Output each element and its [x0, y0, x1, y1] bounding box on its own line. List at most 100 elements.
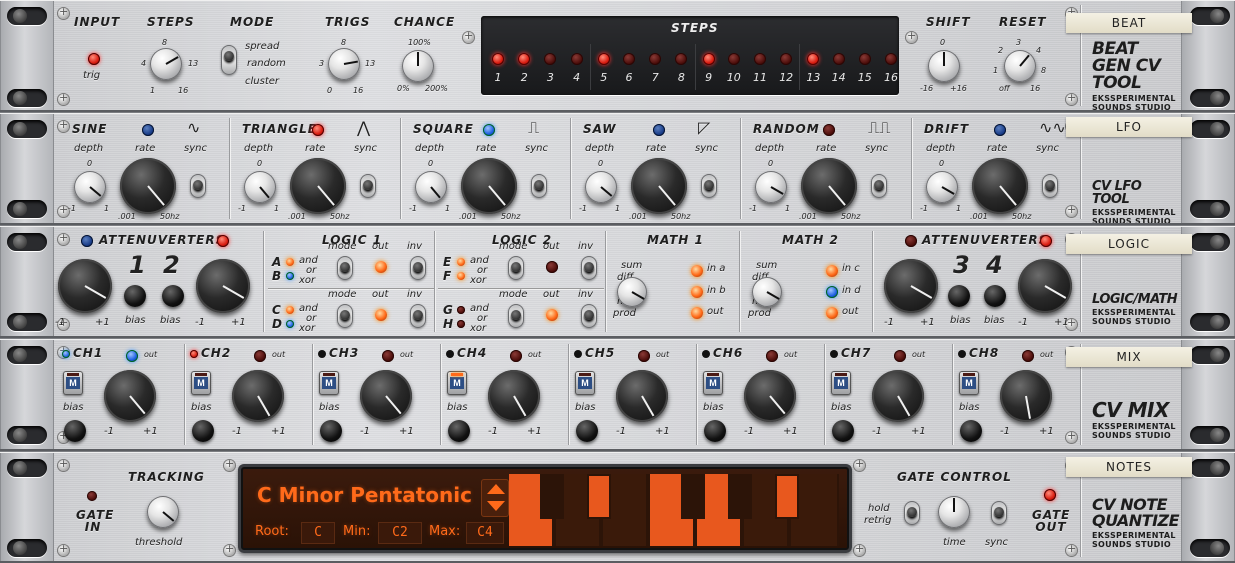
ch5-level-knob[interactable] [616, 370, 668, 422]
ch6-level-knob[interactable] [744, 370, 796, 422]
logic2b-inv-switch[interactable] [581, 304, 597, 328]
step-10[interactable]: 10 [721, 44, 747, 90]
ch3-level-knob[interactable] [360, 370, 412, 422]
mode-switch[interactable] [221, 45, 237, 75]
step-13[interactable]: 13 [799, 44, 825, 90]
step-12[interactable]: 12 [773, 44, 799, 90]
lfo-square-depth-knob[interactable] [415, 171, 447, 203]
ch2-bias-knob[interactable] [192, 420, 214, 442]
step-11[interactable]: 11 [747, 44, 773, 90]
lfo-saw-sync-switch[interactable] [701, 174, 717, 198]
ch8-bias-knob[interactable] [960, 420, 982, 442]
ch6-mute-button[interactable]: M [703, 371, 723, 395]
lfo-sine-rate-knob[interactable] [120, 158, 176, 214]
logic1a-inv-switch[interactable] [410, 256, 426, 280]
lfo-square-rate-knob[interactable] [461, 158, 517, 214]
logic1b-inv-switch[interactable] [410, 304, 426, 328]
ch2-level-knob[interactable] [232, 370, 284, 422]
lfo-drift-rate-knob[interactable] [972, 158, 1028, 214]
step-6[interactable]: 6 [616, 44, 642, 90]
bias-4-knob[interactable] [984, 285, 1006, 307]
min-field[interactable]: C2 [378, 522, 422, 544]
logic2a-mode-switch[interactable] [508, 256, 524, 280]
gate-time-knob[interactable] [938, 496, 970, 528]
lfo-triangle-depth-knob[interactable] [244, 171, 276, 203]
math2-op-knob[interactable] [752, 277, 782, 307]
ch4-bias-knob[interactable] [448, 420, 470, 442]
key-f-sharp[interactable] [681, 474, 705, 519]
threshold-knob[interactable] [147, 496, 179, 528]
step-5[interactable]: 5 [589, 44, 616, 90]
key-c-sharp[interactable] [540, 474, 564, 519]
ch1-mute-button[interactable]: M [63, 371, 83, 395]
step-16[interactable]: 16 [878, 44, 904, 90]
max-field[interactable]: C4 [466, 522, 504, 544]
logic2b-mode-switch[interactable] [508, 304, 524, 328]
bias-3-knob[interactable] [948, 285, 970, 307]
ch4-mute-button[interactable]: M [447, 371, 467, 395]
key-g-sharp[interactable] [728, 474, 752, 519]
bias-1-knob[interactable] [124, 285, 146, 307]
gate-sync-switch[interactable] [991, 501, 1007, 525]
step-9[interactable]: 9 [694, 44, 721, 90]
scale-up-icon[interactable] [487, 484, 505, 494]
step-number: 7 [651, 71, 659, 84]
ch6-bias-knob[interactable] [704, 420, 726, 442]
ch4-level-knob[interactable] [488, 370, 540, 422]
chance-knob[interactable] [402, 50, 434, 82]
note-keyboard[interactable] [509, 474, 839, 546]
shift-knob[interactable] [928, 50, 960, 82]
step-1[interactable]: 1 [485, 44, 511, 90]
att-3-knob[interactable] [884, 259, 938, 313]
ch1-level-knob[interactable] [104, 370, 156, 422]
ch8-level-knob[interactable] [1000, 370, 1052, 422]
logic1a-mode-switch[interactable] [337, 256, 353, 280]
steps-knob[interactable] [150, 48, 182, 80]
reset-knob[interactable] [1004, 50, 1036, 82]
lfo-sine-depth-knob[interactable] [74, 171, 106, 203]
ch3-bias-knob[interactable] [320, 420, 342, 442]
scale-down-icon[interactable] [487, 501, 505, 511]
root-field[interactable]: C [301, 522, 335, 544]
lfo-random-rate-knob[interactable] [801, 158, 857, 214]
ch8-mute-button[interactable]: M [959, 371, 979, 395]
lfo-random-depth-knob[interactable] [755, 171, 787, 203]
ch7-mute-button[interactable]: M [831, 371, 851, 395]
lfo-drift-depth-knob[interactable] [926, 171, 958, 203]
ch5-bias-knob[interactable] [576, 420, 598, 442]
scale-stepper[interactable] [481, 479, 509, 517]
step-3[interactable]: 3 [537, 44, 563, 90]
lfo-saw-depth-knob[interactable] [585, 171, 617, 203]
lfo-sine-sync-switch[interactable] [190, 174, 206, 198]
step-14[interactable]: 14 [826, 44, 852, 90]
ch3-mute-button[interactable]: M [319, 371, 339, 395]
lfo-drift-sync-switch[interactable] [1042, 174, 1058, 198]
step-15[interactable]: 15 [852, 44, 878, 90]
trigs-knob[interactable] [328, 48, 360, 80]
lfo-triangle-rate-knob[interactable] [290, 158, 346, 214]
step-4[interactable]: 4 [564, 44, 590, 90]
hold-retrig-switch[interactable] [904, 501, 920, 525]
ch2-mute-button[interactable]: M [191, 371, 211, 395]
step-7[interactable]: 7 [642, 44, 668, 90]
ch5-mute-button[interactable]: M [575, 371, 595, 395]
key-d-sharp[interactable] [587, 474, 611, 519]
att-1-knob[interactable] [58, 259, 112, 313]
att-2-knob[interactable] [196, 259, 250, 313]
step-2[interactable]: 2 [511, 44, 537, 90]
ch7-level-knob[interactable] [872, 370, 924, 422]
ch1-bias-knob[interactable] [64, 420, 86, 442]
lfo-random-sync-switch[interactable] [871, 174, 887, 198]
ch7-bias-knob[interactable] [832, 420, 854, 442]
lfo-square-sync-switch[interactable] [531, 174, 547, 198]
bias-2-knob[interactable] [162, 285, 184, 307]
lfo-triangle-sync-switch[interactable] [360, 174, 376, 198]
att-4-knob[interactable] [1018, 259, 1072, 313]
math1-op-knob[interactable] [617, 277, 647, 307]
lfo-saw-rate-knob[interactable] [631, 158, 687, 214]
key-a-sharp[interactable] [775, 474, 799, 519]
logic2a-inv-switch[interactable] [581, 256, 597, 280]
logic1b-mode-switch[interactable] [337, 304, 353, 328]
scale-name[interactable]: C Minor Pentatonic [257, 483, 472, 507]
step-8[interactable]: 8 [668, 44, 694, 90]
